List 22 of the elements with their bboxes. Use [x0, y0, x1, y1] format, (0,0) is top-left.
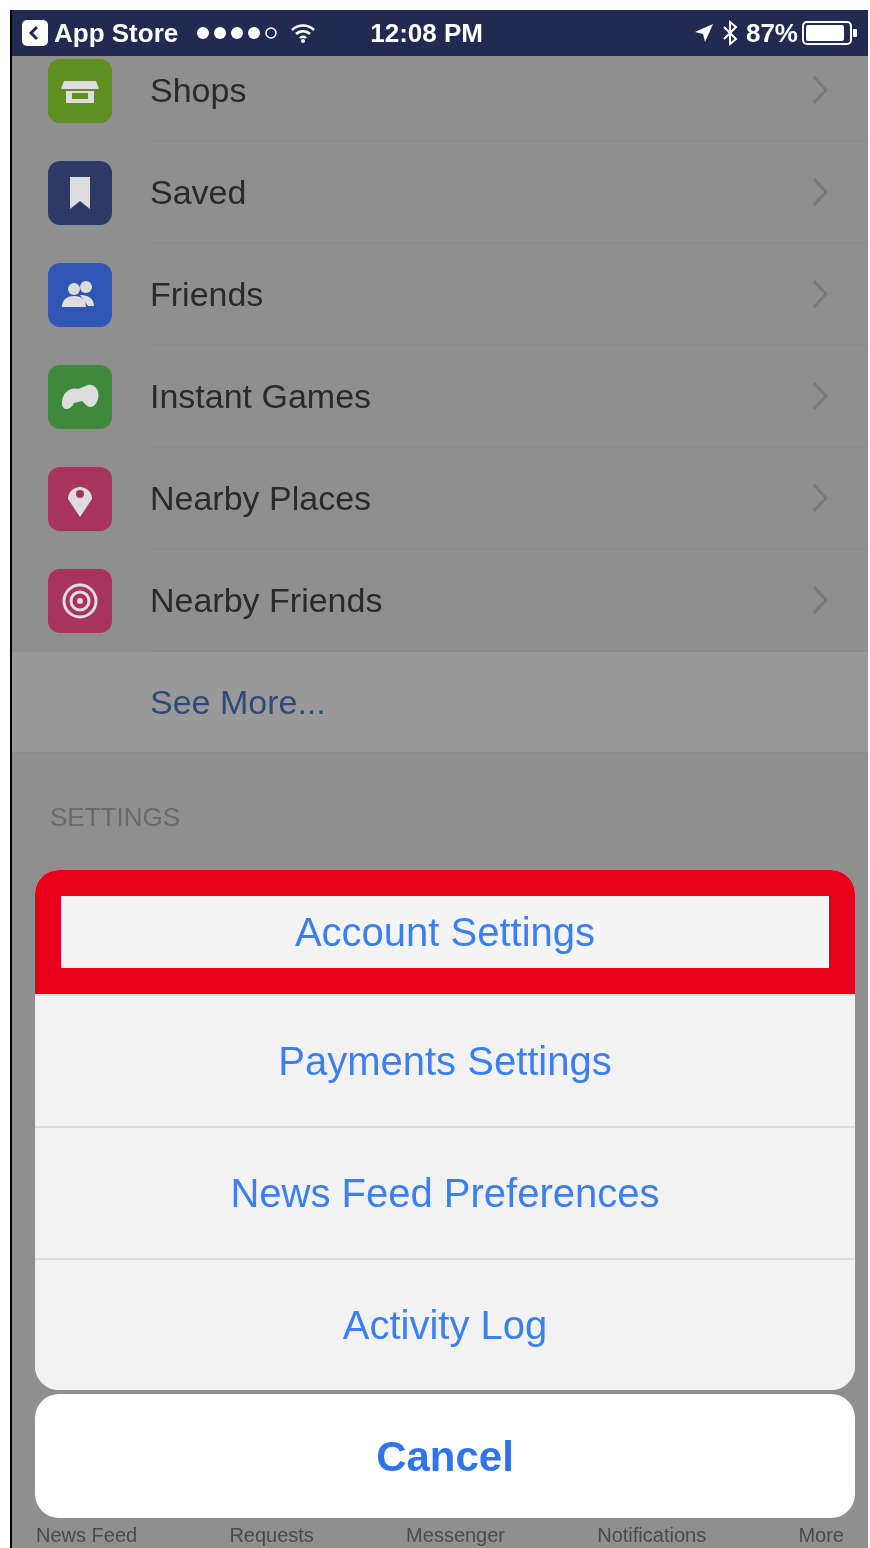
menu-item-label[interactable]: Instant Games — [150, 370, 372, 422]
tab-label[interactable]: Requests — [229, 1524, 314, 1546]
menu-item-label[interactable]: Nearby Friends — [150, 574, 383, 626]
menu-item-label[interactable]: Nearby Places — [150, 472, 372, 524]
tab-label[interactable]: Notifications — [597, 1524, 707, 1546]
action-sheet-option[interactable]: Account Settings — [61, 896, 829, 968]
battery-percent: 87% — [745, 16, 798, 50]
menu-item-label[interactable]: Saved — [150, 166, 247, 218]
see-more-link[interactable]: See More... — [150, 676, 326, 728]
back-icon[interactable] — [22, 20, 48, 46]
tab-label[interactable]: Messenger — [406, 1524, 506, 1546]
wifi-icon — [290, 23, 317, 43]
location-icon — [693, 23, 714, 43]
cancel-button[interactable]: Cancel — [35, 1394, 855, 1518]
battery-icon — [802, 21, 858, 45]
tab-label[interactable]: News Feed — [36, 1524, 138, 1546]
bluetooth-icon — [721, 20, 738, 46]
tab-label[interactable]: More — [798, 1524, 844, 1546]
back-label[interactable]: App Store — [54, 13, 179, 53]
status-time: 12:08 PM — [370, 16, 483, 50]
menu-item-label[interactable]: Friends — [150, 268, 264, 320]
menu-item-label[interactable]: Shops — [150, 64, 247, 116]
